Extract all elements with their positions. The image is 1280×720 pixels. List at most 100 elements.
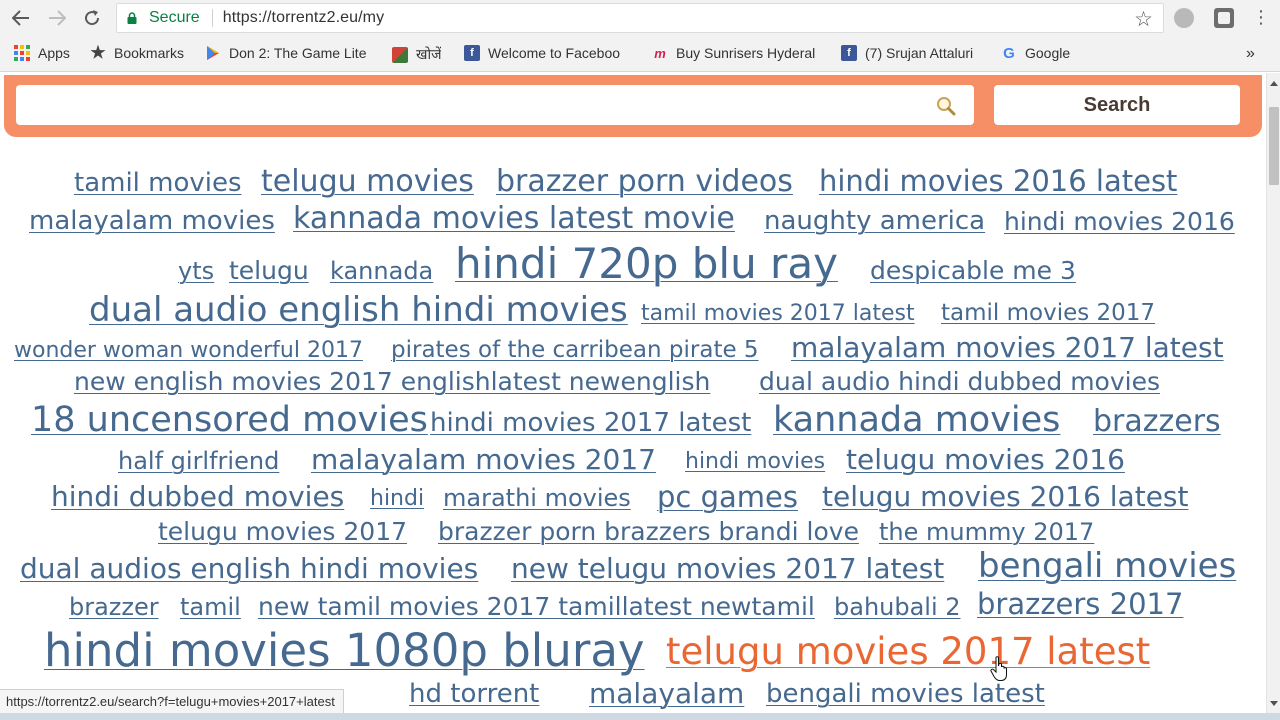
tag-link[interactable]: telugu movies 2017 — [158, 519, 407, 544]
secure-indicator[interactable]: Secure — [127, 9, 200, 27]
tag-link[interactable]: tamil movies 2017 — [941, 302, 1155, 325]
url-text[interactable]: https://torrentz2.eu/my — [223, 9, 384, 27]
bookmark-label: Apps — [38, 45, 70, 61]
bookmark-label: Google — [1025, 45, 1071, 61]
bookmark-bookmarks[interactable]: ★ Bookmarks — [90, 45, 184, 61]
forward-arrow-icon[interactable] — [45, 6, 69, 30]
bookmark-sunrisers[interactable]: m Buy Sunrisers Hyderal — [652, 45, 824, 61]
bookmarks-overflow-chevron-icon[interactable]: » — [1246, 45, 1255, 63]
tag-link[interactable]: telugu movies 2016 — [846, 446, 1125, 474]
bookmark-don2[interactable]: Don 2: The Game Lite — [205, 45, 375, 61]
bookmark-label: Bookmarks — [114, 45, 185, 61]
bookmark-label: Welcome to Faceboo — [488, 45, 621, 61]
tag-link[interactable]: new telugu movies 2017 latest — [511, 555, 944, 583]
tag-link[interactable]: bengali movies — [978, 549, 1236, 583]
bookmark-srujan[interactable]: f (7) Srujan Attaluri — [841, 45, 973, 61]
tag-link[interactable]: kannada movies latest movie — [293, 204, 735, 234]
page-content: Search tamil movies telugu movies brazze… — [0, 73, 1266, 720]
tag-link[interactable]: hindi movies 2016 — [1004, 209, 1235, 234]
tag-link[interactable]: brazzer — [69, 595, 159, 619]
tag-link[interactable]: dual audio hindi dubbed movies — [759, 369, 1160, 394]
tag-link[interactable]: malayalam movies 2017 latest — [791, 334, 1224, 362]
apps-grid-icon — [14, 45, 30, 61]
address-bar[interactable]: Secure https://torrentz2.eu/my ☆ — [116, 3, 1164, 33]
tag-link[interactable]: kannada — [330, 259, 433, 283]
tag-link[interactable]: new tamil movies 2017 tamillatest newtam… — [258, 594, 815, 619]
tag-link[interactable]: yts — [178, 259, 214, 283]
scrollbar-thumb[interactable] — [1269, 107, 1279, 185]
extension-square-icon[interactable] — [1214, 8, 1234, 28]
search-magnifier-icon — [937, 97, 956, 116]
lock-icon — [127, 12, 137, 24]
search-bar: Search — [4, 75, 1262, 137]
khoje-icon — [392, 46, 408, 63]
tag-link[interactable]: kannada movies — [773, 403, 1060, 438]
play-store-icon — [205, 45, 221, 61]
tag-link[interactable]: hindi movies 2016 latest — [819, 167, 1177, 196]
myntra-icon: m — [654, 45, 666, 61]
tag-link[interactable]: malayalam movies 2017 — [311, 446, 656, 474]
extension-icon[interactable] — [1174, 8, 1194, 28]
tag-link[interactable]: bengali movies latest — [766, 681, 1045, 707]
tag-link[interactable]: 18 uncensored movies — [31, 403, 428, 438]
tag-link[interactable]: pirates of the carribean pirate 5 — [391, 339, 759, 362]
tag-link[interactable]: new english movies 2017 englishlatest ne… — [74, 369, 710, 394]
tag-link[interactable]: wonder woman wonderful 2017 — [14, 340, 363, 362]
tag-link[interactable]: brazzer porn brazzers brandi love — [438, 519, 859, 544]
tag-link[interactable]: brazzers 2017 — [977, 590, 1183, 619]
omnibox-divider — [211, 9, 213, 27]
tag-link[interactable]: telugu — [229, 258, 309, 283]
tag-link[interactable]: hd torrent — [409, 681, 539, 707]
menu-icon[interactable]: ⋮ — [1249, 6, 1273, 30]
bookmark-google[interactable]: G Google — [1001, 45, 1070, 61]
tag-link[interactable]: hindi movies — [685, 451, 825, 473]
bookmark-label: खोजें — [416, 46, 442, 62]
tag-link[interactable]: brazzer porn videos — [496, 167, 793, 197]
facebook-icon: f — [464, 45, 480, 61]
bookmark-facebook-welcome[interactable]: f Welcome to Faceboo — [464, 45, 634, 61]
bookmark-label: Don 2: The Game Lite — [229, 45, 367, 61]
google-icon: G — [1003, 45, 1015, 61]
search-button[interactable]: Search — [994, 85, 1240, 125]
bookmark-star-icon[interactable]: ☆ — [1134, 7, 1153, 32]
link-status-bubble: https://torrentz2.eu/search?f=telugu+mov… — [0, 689, 344, 713]
tag-link[interactable]: dual audios english hindi movies — [20, 555, 478, 583]
scroll-down-arrow-icon[interactable] — [1270, 701, 1278, 706]
bookmark-khoje[interactable]: खोजें — [392, 45, 441, 64]
tag-link[interactable]: hindi dubbed movies — [51, 483, 344, 511]
bookmark-label: (7) Srujan Attaluri — [865, 45, 974, 61]
tag-link[interactable]: hindi 720p blu ray — [455, 243, 838, 285]
tag-link[interactable]: pc games — [657, 483, 798, 512]
tag-link-hovered[interactable]: telugu movies 2017 latest — [666, 633, 1150, 670]
tag-link[interactable]: marathi movies — [443, 486, 631, 510]
tag-link[interactable]: dual audio english hindi movies — [89, 293, 628, 327]
vertical-scrollbar[interactable] — [1266, 73, 1280, 720]
tag-link[interactable]: telugu movies — [261, 167, 474, 197]
facebook-icon: f — [841, 45, 857, 61]
bookmark-apps[interactable]: Apps — [14, 45, 70, 61]
back-arrow-icon[interactable] — [9, 6, 33, 30]
tag-link[interactable]: tamil movies — [74, 170, 242, 196]
tag-link[interactable]: telugu movies 2016 latest — [822, 483, 1189, 511]
bookmark-label: Buy Sunrisers Hyderal — [676, 45, 816, 61]
star-icon: ★ — [90, 45, 106, 61]
tag-link[interactable]: hindi movies 1080p bluray — [44, 628, 645, 673]
search-input[interactable] — [16, 85, 974, 125]
hand-pointer-cursor-icon — [990, 656, 1007, 681]
tag-link[interactable]: tamil — [180, 595, 241, 619]
tag-link[interactable]: tamil movies 2017 latest — [641, 303, 915, 325]
browser-toolbar: Secure https://torrentz2.eu/my ☆ ⋮ — [0, 0, 1280, 36]
tag-link[interactable]: naughty america — [764, 208, 985, 234]
tag-link[interactable]: hindi movies 2017 latest — [430, 410, 751, 436]
tag-link[interactable]: hindi — [370, 488, 424, 510]
tag-link[interactable]: brazzers — [1093, 407, 1221, 437]
tag-link[interactable]: the mummy 2017 — [879, 520, 1094, 544]
tag-link[interactable]: half girlfriend — [118, 449, 279, 473]
reload-icon[interactable] — [80, 6, 104, 30]
scroll-up-arrow-icon[interactable] — [1270, 81, 1278, 86]
tag-link[interactable]: malayalam movies — [29, 208, 275, 234]
tag-link[interactable]: malayalam — [589, 680, 744, 708]
tag-link[interactable]: despicable me 3 — [870, 258, 1076, 283]
tag-link[interactable]: bahubali 2 — [834, 595, 961, 619]
bookmarks-bar: Apps ★ Bookmarks Don 2: The Game Lite खो… — [0, 36, 1280, 72]
